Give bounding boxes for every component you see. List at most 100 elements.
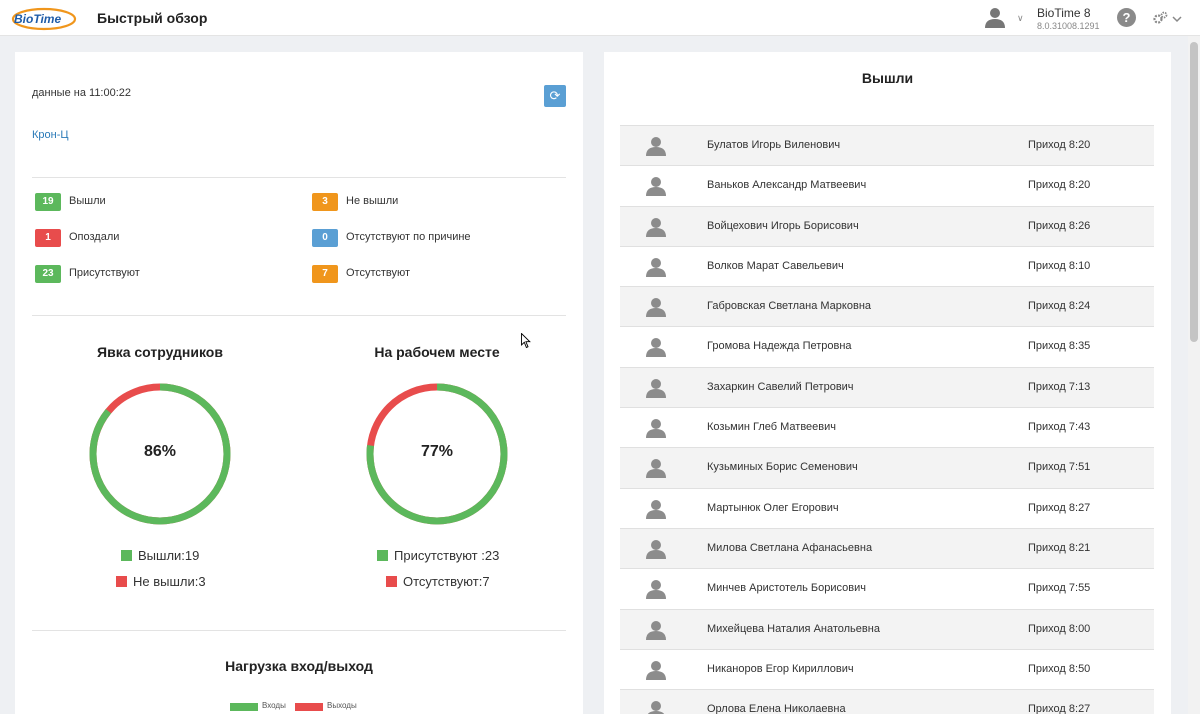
employee-name: Захаркин Савелий Петрович: [707, 380, 854, 393]
employee-name: Кузьминых Борис Семенович: [707, 461, 858, 474]
arrival-time: Приход 8:27: [1028, 501, 1091, 514]
employee-name: Минчев Аристотель Борисович: [707, 582, 866, 595]
organization-link[interactable]: Крон-Ц: [32, 129, 69, 141]
legend-swatch: [377, 550, 388, 561]
employee-name: Мартынюк Олег Егорович: [707, 501, 839, 514]
stat-count-badge: 0: [312, 229, 338, 247]
arrival-time: Приход 7:43: [1028, 421, 1091, 434]
employee-row[interactable]: Захаркин Савелий Петрович Приход 7:13: [620, 366, 1154, 408]
employee-name: Войцехович Игорь Борисович: [707, 219, 859, 232]
stat-label: Присутствуют: [69, 267, 140, 279]
divider: [32, 630, 566, 631]
legend-swatch: [386, 576, 397, 587]
arrival-time: Приход 7:13: [1028, 380, 1091, 393]
attendance-chart-title: Явка сотрудников: [97, 344, 223, 360]
employee-row[interactable]: Мартынюк Олег Егорович Приход 8:27: [620, 487, 1154, 528]
person-icon: [646, 419, 666, 439]
legend-label: Не вышли:3: [133, 574, 206, 589]
overview-panel: данные на 11:00:22 ⟳ Крон-Ц 19 Вышли 3 Н…: [15, 52, 583, 714]
stat-label: Не вышли: [346, 195, 399, 207]
arrival-time: Приход 8:35: [1028, 340, 1091, 353]
person-icon: [647, 701, 665, 714]
legend-swatch: [295, 703, 323, 711]
mouse-cursor-icon: [521, 333, 531, 349]
logo-text: BioTime: [14, 12, 61, 26]
employee-row[interactable]: Войцехович Игорь Борисович Приход 8:26: [620, 205, 1154, 246]
legend-swatch: [230, 703, 258, 711]
scrollbar[interactable]: [1188, 36, 1200, 714]
employee-row[interactable]: Громова Надежда Петровна Приход 8:35: [620, 326, 1154, 366]
arrival-time: Приход 8:20: [1028, 139, 1091, 151]
settings-icon[interactable]: [1153, 11, 1183, 25]
employee-name: Никаноров Егор Кириллович: [707, 662, 854, 675]
legend-swatch: [121, 550, 132, 561]
employee-name: Громова Надежда Петровна: [707, 340, 852, 353]
person-icon: [646, 217, 666, 237]
arrived-panel: Вышли Булатов Игорь Виленович Приход 8:20…: [604, 52, 1171, 714]
employee-row[interactable]: Волков Марат Савельевич Приход 8:10: [620, 245, 1154, 286]
stat-count-badge: 23: [35, 265, 61, 283]
legend-label: Отсутствуют:7: [403, 574, 490, 589]
person-icon: [646, 620, 666, 640]
person-icon: [646, 257, 666, 277]
employee-row[interactable]: Михейцева Наталия Анатольевна Приход 8:00: [620, 608, 1154, 649]
person-icon: [646, 539, 666, 559]
legend-label: Присутствуют :23: [394, 548, 500, 563]
employee-row[interactable]: Булатов Игорь Виленович Приход 8:20: [620, 125, 1154, 166]
biotime-logo[interactable]: BioTime: [10, 4, 78, 32]
attendance-donut: 86%: [87, 381, 233, 527]
employee-name: Михейцева Наталия Анатольевна: [707, 622, 880, 635]
stat-label: Отсутствуют по причине: [346, 231, 471, 243]
person-icon: [646, 378, 666, 398]
stat-count-badge: 19: [35, 193, 61, 211]
user-menu[interactable]: ∨: [984, 6, 1028, 30]
stat-count-badge: 1: [35, 229, 61, 247]
employee-row[interactable]: Козьмин Глеб Матвеевич Приход 7:43: [620, 407, 1154, 447]
scrollbar-thumb[interactable]: [1190, 42, 1198, 342]
top-bar: BioTime Быстрый обзор ∨ BioTime 8 8.0.31…: [0, 0, 1200, 36]
arrival-time: Приход 8:00: [1028, 622, 1091, 635]
page-title: Быстрый обзор: [97, 10, 208, 26]
person-icon: [646, 137, 666, 156]
stat-label: Опоздали: [69, 231, 120, 243]
stat-label: Вышли: [69, 195, 106, 207]
arrival-time: Приход 8:26: [1028, 219, 1091, 232]
version-info: BioTime 8 8.0.31008.1291: [1037, 6, 1100, 31]
employee-name: Булатов Игорь Виленович: [707, 139, 841, 151]
app-name: BioTime 8: [1037, 6, 1091, 20]
employee-row[interactable]: Кузьминых Борис Семенович Приход 7:51: [620, 447, 1154, 488]
employee-row[interactable]: Минчев Аристотель Борисович Приход 7:55: [620, 568, 1154, 608]
employee-name: Габровская Светлана Марковна: [707, 300, 872, 313]
app-version: 8.0.31008.1291: [1037, 21, 1100, 31]
employee-name: Орлова Елена Николаевна: [707, 703, 846, 714]
employee-row[interactable]: Орлова Елена Николаевна Приход 8:27: [620, 689, 1154, 714]
person-icon: [646, 177, 666, 197]
legend-swatch: [116, 576, 127, 587]
employee-row[interactable]: Милова Светлана Афанасьевна Приход 8:21: [620, 527, 1154, 569]
legend-label: Выходы: [327, 701, 357, 710]
user-avatar-icon: [985, 8, 1005, 28]
refresh-button[interactable]: ⟳: [544, 85, 566, 107]
employee-name: Козьмин Глеб Матвеевич: [707, 421, 836, 434]
arrival-time: Приход 8:20: [1028, 179, 1091, 192]
load-chart-title: Нагрузка вход/выход: [225, 658, 373, 674]
divider: [32, 315, 566, 316]
employee-row[interactable]: Никаноров Егор Кириллович Приход 8:50: [620, 648, 1154, 689]
workplace-donut: 77%: [364, 381, 510, 527]
employee-name: Волков Марат Савельевич: [707, 259, 844, 272]
employee-name: Ваньков Александр Матвеевич: [707, 179, 867, 192]
workplace-percent: 77%: [420, 443, 454, 460]
refresh-icon: ⟳: [549, 88, 561, 103]
employee-row[interactable]: Ваньков Александр Матвеевич Приход 8:20: [620, 165, 1154, 205]
help-icon[interactable]: ?: [1117, 8, 1136, 27]
chevron-down-icon: ∨: [1017, 13, 1024, 23]
arrival-time: Приход 7:51: [1028, 461, 1091, 474]
divider: [32, 177, 566, 178]
person-icon: [646, 338, 666, 358]
arrival-time: Приход 8:27: [1028, 703, 1091, 714]
stat-count-badge: 7: [312, 265, 338, 283]
arrival-time: Приход 8:10: [1028, 259, 1091, 272]
employee-row[interactable]: Габровская Светлана Марковна Приход 8:24: [620, 286, 1154, 327]
person-icon: [646, 459, 666, 479]
stat-count-badge: 3: [312, 193, 338, 211]
